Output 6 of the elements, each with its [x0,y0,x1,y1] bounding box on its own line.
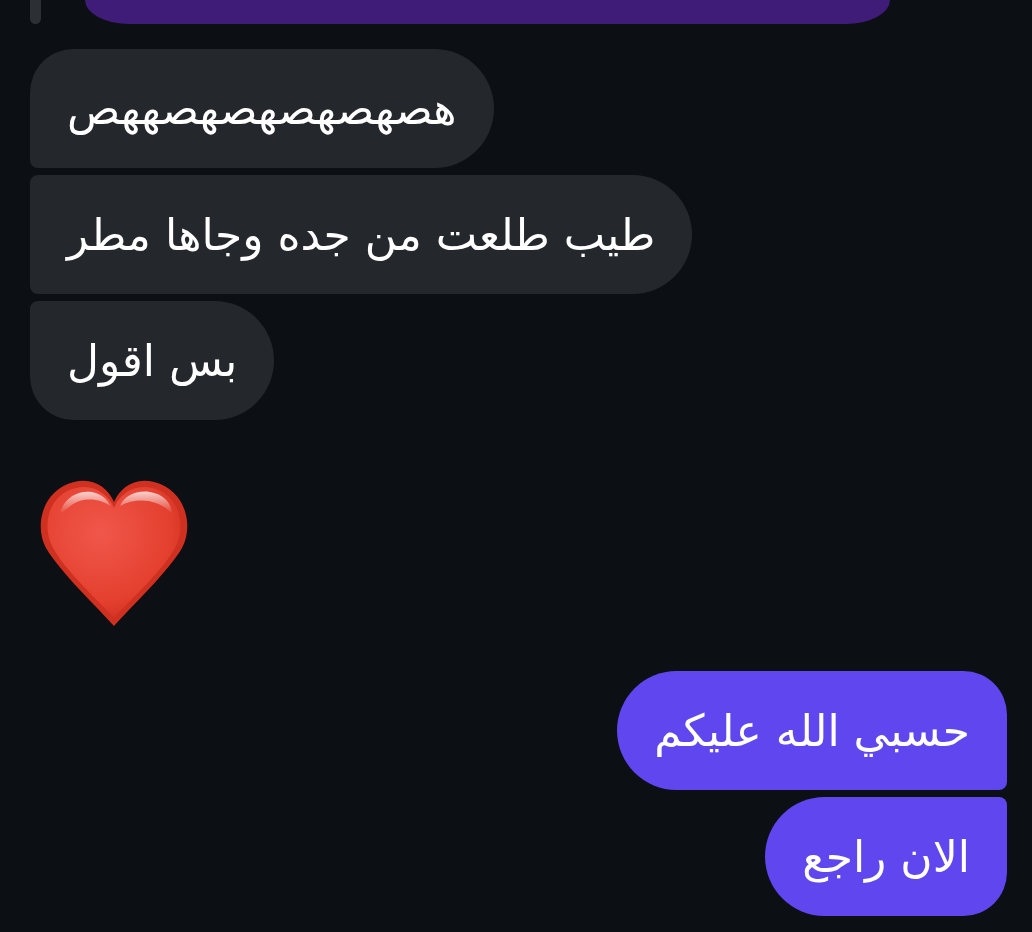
heart-icon [40,480,188,626]
message-bubble: طيب طلعت من جده وجاها مطر [30,175,693,294]
message-bubble: حسبي الله عليكم [617,671,1007,790]
message-bubble: بس اقول [30,301,275,420]
message-bubble: الان راجع [765,797,1007,916]
message-bubble: هصهصهصهصهصههص [30,49,494,168]
